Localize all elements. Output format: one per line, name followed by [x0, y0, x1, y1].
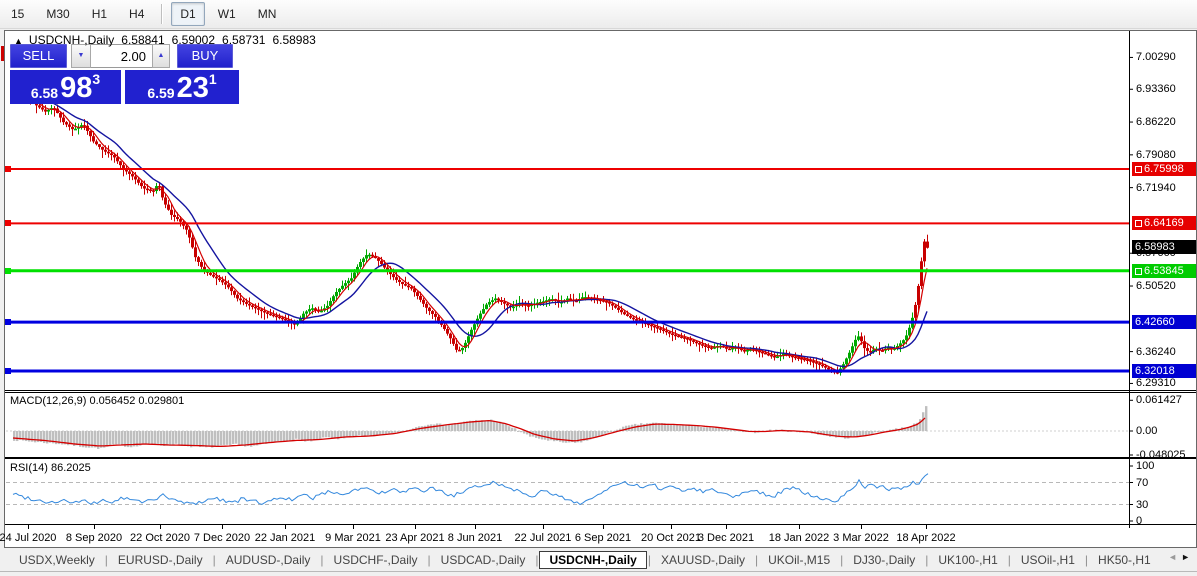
tab-scroll-right-icon[interactable]: ►	[1181, 552, 1194, 562]
tab-scroll-left-icon[interactable]: ◄	[1168, 552, 1181, 562]
axis-price-label: 7.00290	[1136, 51, 1176, 63]
buy-price-prefix: 6.59	[147, 84, 174, 102]
axis-price-badge: 6.42660	[1132, 315, 1196, 329]
chart-tab-usdx[interactable]: USDX,Weekly	[10, 551, 104, 569]
axis-price-badge: 6.53845	[1132, 264, 1196, 278]
axis-price-label: 6.36240	[1136, 346, 1176, 358]
window-edge-marker	[1, 46, 4, 61]
chart-tab-audusd[interactable]: AUDUSD-,Daily	[217, 551, 320, 569]
timeframe-button-w1[interactable]: W1	[209, 2, 245, 26]
rsi-axis-label: 0	[1136, 515, 1142, 527]
timeframe-toolbar: 15M30H1H4 D1W1MN	[0, 0, 1197, 29]
timeframe-button-h1[interactable]: H1	[83, 2, 116, 26]
sell-button[interactable]: SELL	[10, 44, 67, 68]
timeframe-button-h4[interactable]: H4	[120, 2, 153, 26]
timeframe-button-mn[interactable]: MN	[249, 2, 286, 26]
line-edge-marker[interactable]	[5, 368, 11, 374]
axis-price-label: 6.50520	[1136, 280, 1176, 292]
ohlc-open: 6.58841	[121, 33, 164, 47]
chart-window: ▲ USDCNH-,Daily 6.58841 6.59002 6.58731 6.589…	[4, 30, 1197, 548]
axis-price-label: 6.86220	[1136, 116, 1176, 128]
timeframe-button-d1[interactable]: D1	[171, 2, 204, 26]
collapse-panel-icon[interactable]: ▲	[14, 36, 23, 46]
macd-indicator-label: MACD(12,26,9) 0.056452 0.029801	[10, 395, 184, 407]
timeframe-button-15[interactable]: 15	[2, 2, 33, 26]
line-marker-icon	[1135, 220, 1142, 227]
sell-price-panel[interactable]: 6.58 98 3	[10, 70, 121, 104]
ohlc-low: 6.58731	[222, 33, 265, 47]
rsi-axis-label: 70	[1136, 477, 1148, 489]
spin-up-icon: ▲	[158, 52, 165, 59]
chart-tab-usdchf[interactable]: USDCHF-,Daily	[325, 551, 427, 569]
axis-price-badge: 6.32018	[1132, 364, 1196, 378]
line-edge-marker[interactable]	[5, 220, 11, 226]
toolbar-separator	[161, 4, 163, 24]
line-marker-icon	[1135, 268, 1142, 275]
line-edge-marker[interactable]	[5, 268, 11, 274]
line-edge-marker[interactable]	[5, 319, 11, 325]
candles-layer	[14, 86, 929, 375]
sell-price-prefix: 6.58	[31, 84, 58, 102]
chart-title: ▲ USDCNH-,Daily 6.58841 6.59002 6.58731 6.589…	[14, 33, 316, 47]
one-click-trading-panel: SELL ▼ ▲ BUY 6.58 98 3 6.59 23 1	[10, 44, 239, 104]
macd-axis-label: 0.00	[1136, 425, 1157, 437]
status-strip	[0, 572, 1197, 576]
rsi-axis-label: 100	[1136, 460, 1154, 472]
macd-axis-label: 0.061427	[1136, 394, 1182, 406]
chart-tab-eurusd[interactable]: EURUSD-,Daily	[109, 551, 212, 569]
spin-down-icon: ▼	[78, 52, 85, 59]
chart-tab-uk100[interactable]: UK100-,H1	[929, 551, 1006, 569]
volume-increase-button[interactable]: ▲	[152, 44, 170, 68]
date-axis-label: 3 Dec 2021	[684, 532, 768, 544]
ohlc-close: 6.58983	[272, 33, 315, 47]
timeframe-button-m30[interactable]: M30	[37, 2, 78, 26]
axis-price-label: 6.29310	[1136, 377, 1176, 389]
tab-scroll-arrows: ◄►	[1168, 552, 1194, 562]
line-marker-icon	[1135, 166, 1142, 173]
buy-price-pip: 1	[209, 72, 217, 86]
rsi-line	[13, 474, 928, 505]
axis-price-label: 6.93360	[1136, 83, 1176, 95]
volume-decrease-button[interactable]: ▼	[71, 44, 91, 68]
chart-tab-hk50[interactable]: HK50-,H1	[1089, 551, 1160, 569]
rsi-axis-label: 30	[1136, 499, 1148, 511]
sell-price-pip: 3	[92, 72, 100, 86]
buy-price-main: 23	[177, 75, 209, 102]
date-axis-label: 18 Apr 2022	[884, 532, 968, 544]
rsi-indicator-label: RSI(14) 86.2025	[10, 462, 91, 474]
chart-canvas[interactable]	[5, 31, 1196, 547]
axis-price-badge: 6.58983	[1132, 240, 1196, 254]
line-edge-marker[interactable]	[5, 166, 11, 172]
buy-button[interactable]: BUY	[177, 44, 233, 68]
chart-tab-usdcnh[interactable]: USDCNH-,Daily	[539, 551, 646, 569]
macd-histogram	[13, 406, 927, 449]
sell-price-main: 98	[60, 75, 92, 102]
chart-tab-ukoil[interactable]: UKOil-,M15	[759, 551, 839, 569]
chart-tab-dj30[interactable]: DJ30-,Daily	[844, 551, 924, 569]
chart-tab-usdcad[interactable]: USDCAD-,Daily	[432, 551, 535, 569]
chart-tab-bar: USDX,Weekly|EURUSD-,Daily|AUDUSD-,Daily|…	[0, 549, 1197, 572]
chart-tab-usoil[interactable]: USOil-,H1	[1012, 551, 1084, 569]
axis-price-badge: 6.64169	[1132, 216, 1196, 230]
chart-symbol-period: USDCNH-,Daily	[29, 33, 114, 47]
volume-input[interactable]	[91, 44, 152, 68]
axis-price-label: 6.79080	[1136, 149, 1176, 161]
ma-slow-line	[15, 91, 927, 367]
axis-price-badge: 6.75998	[1132, 162, 1196, 176]
buy-price-panel[interactable]: 6.59 23 1	[125, 70, 239, 104]
axis-price-label: 6.71940	[1136, 182, 1176, 194]
ohlc-high: 6.59002	[172, 33, 215, 47]
chart-tab-xauusd[interactable]: XAUUSD-,Daily	[652, 551, 754, 569]
